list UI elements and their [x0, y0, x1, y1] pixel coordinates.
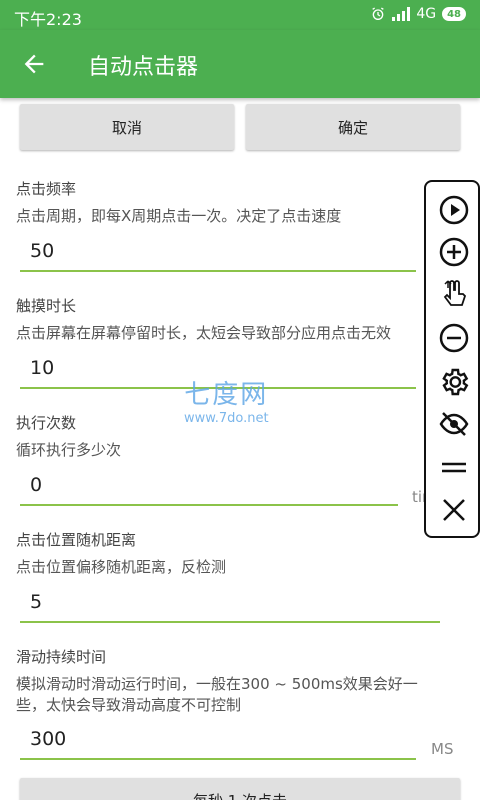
click-frequency-input[interactable]: 50	[20, 238, 416, 272]
repeat-count-description: 循环执行多少次	[16, 441, 122, 459]
repeat-count-title: 执行次数	[16, 414, 77, 432]
remove-icon[interactable]	[438, 322, 470, 354]
swipe-duration-description-line1: 模拟滑动时滑动运行时间，一般在300 ~ 500ms效果会好一	[16, 675, 418, 693]
watermark-brand: 七度网	[184, 380, 269, 410]
random-offset-value: 5	[30, 591, 43, 613]
confirm-button[interactable]: 确定	[246, 104, 460, 150]
visibility-off-icon[interactable]	[438, 408, 470, 440]
network-type: 4G	[416, 6, 437, 22]
click-frequency-title: 点击频率	[16, 180, 77, 198]
close-icon[interactable]	[438, 494, 470, 526]
play-icon[interactable]	[438, 194, 470, 226]
touch-duration-title: 触摸时长	[16, 297, 77, 315]
app-bar: 自动点击器	[0, 30, 480, 98]
touch-icon[interactable]	[438, 278, 470, 310]
arrow-back-icon[interactable]	[20, 50, 48, 78]
swipe-duration-input[interactable]: 300	[20, 726, 416, 760]
repeat-count-input[interactable]: 0	[20, 472, 398, 506]
touch-duration-value: 10	[30, 357, 55, 379]
random-offset-input[interactable]: 5	[20, 589, 440, 623]
click-frequency-description: 点击周期，即每X周期点击一次。决定了点击速度	[16, 207, 342, 225]
swipe-duration-description-line2: 些，太快会导致滑动高度不可控制	[16, 696, 242, 714]
status-icons: 4G 48	[370, 6, 466, 22]
repeat-count-value: 0	[30, 474, 43, 496]
click-frequency-value: 50	[30, 240, 55, 262]
add-icon[interactable]	[438, 236, 470, 268]
status-time: 下午2:23	[14, 10, 82, 29]
swipe-duration-value: 300	[30, 728, 67, 750]
cancel-button[interactable]: 取消	[20, 104, 234, 150]
random-offset-title: 点击位置随机距离	[16, 531, 137, 549]
random-offset-description: 点击位置偏移随机距离，反检测	[16, 558, 227, 576]
click-rate-button[interactable]: 每秒 1 次点击	[20, 778, 460, 800]
status-bar: 下午2:23 4G 48	[0, 0, 480, 30]
swipe-duration-unit: MS	[431, 740, 454, 758]
drag-handle-icon[interactable]	[438, 452, 470, 484]
signal-icon	[392, 7, 411, 21]
watermark-url: www.7do.net	[184, 411, 269, 426]
page-title: 自动点击器	[88, 55, 199, 80]
swipe-duration-title: 滑动持续时间	[16, 648, 107, 666]
battery-level: 48	[447, 8, 461, 20]
watermark: 七度网 www.7do.net	[184, 374, 269, 426]
click-rate-label: 每秒 1 次点击	[193, 790, 287, 800]
battery-icon: 48	[442, 7, 466, 21]
settings-icon[interactable]	[438, 366, 470, 398]
floating-toolbar	[424, 180, 480, 538]
alarm-icon	[372, 7, 385, 20]
touch-duration-description: 点击屏幕在屏幕停留时长，太短会导致部分应用点击无效	[16, 324, 392, 342]
